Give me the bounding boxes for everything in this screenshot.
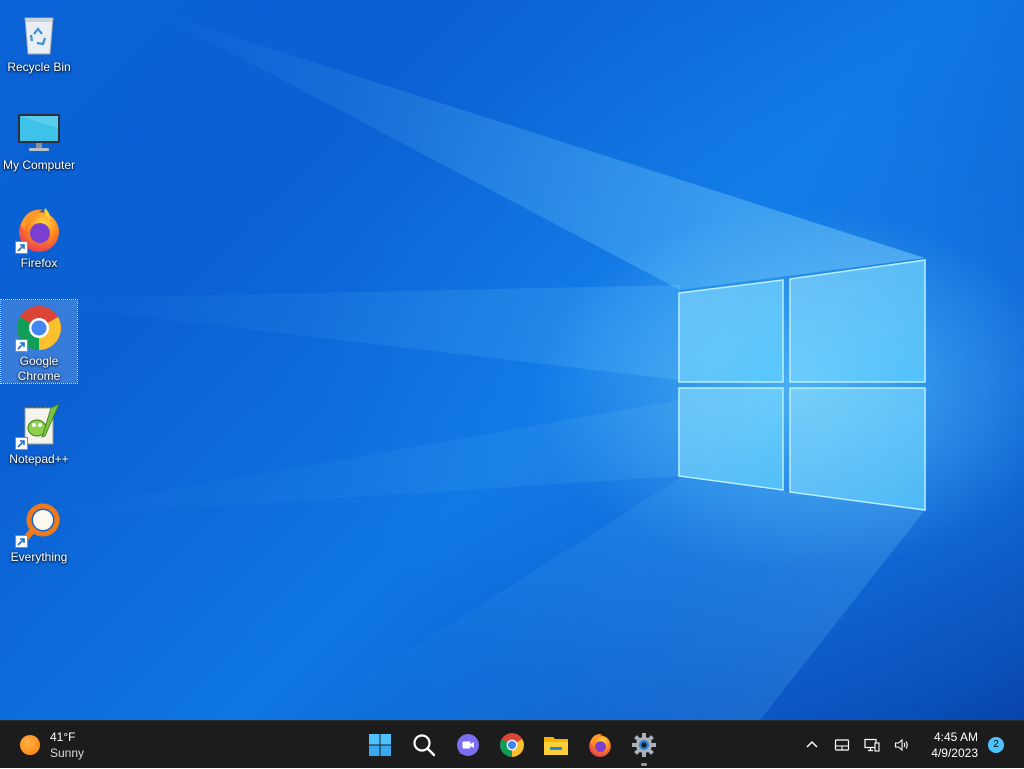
taskbar: 41°F Sunny 4:45 AM 4/9/2023 2 (0, 720, 1024, 768)
network-icon (864, 738, 880, 752)
taskbar-apps (358, 721, 666, 769)
desktop-icon-firefox[interactable]: Firefox (1, 202, 77, 273)
chat-icon (457, 734, 479, 756)
shortcut-arrow-icon (15, 535, 28, 548)
folder-icon (544, 737, 568, 755)
clock-date: 4/9/2023 (931, 746, 978, 760)
weather-condition: Sunny (50, 746, 85, 760)
search-icon (413, 734, 436, 757)
running-indicator (641, 763, 647, 766)
sun-icon (20, 735, 40, 755)
clock-time: 4:45 AM (933, 730, 978, 744)
chrome-icon (500, 733, 524, 757)
desktop-icon-label: Firefox (20, 256, 58, 270)
firefox-icon (15, 206, 63, 254)
desktop[interactable]: Recycle Bin My Computer Firefox Google C… (0, 0, 1024, 720)
taskbar-firefox-button[interactable] (578, 723, 622, 767)
tray-volume-button[interactable] (887, 725, 917, 765)
recycle-bin-icon (15, 10, 63, 58)
gear-icon (632, 733, 656, 757)
desktop-icon-label: Recycle Bin (7, 60, 71, 74)
monitor-icon (15, 108, 63, 156)
speaker-icon (895, 738, 909, 752)
desktop-icon-label: Google Chrome (17, 354, 61, 383)
desktop-icon-my-computer[interactable]: My Computer (1, 104, 77, 175)
show-hidden-icons-button[interactable] (797, 725, 827, 765)
shortcut-arrow-icon (15, 241, 28, 254)
windows-start-icon (369, 734, 391, 756)
taskbar-file-explorer-button[interactable] (534, 723, 578, 767)
taskbar-search-button[interactable] (402, 723, 446, 767)
system-tray: 4:45 AM 4/9/2023 2 (797, 721, 1024, 769)
start-button[interactable] (358, 723, 402, 767)
desktop-icon-label: My Computer (2, 158, 76, 172)
shortcut-arrow-icon (15, 437, 28, 450)
chevron-up-icon (806, 740, 818, 748)
tray-tablet-button[interactable] (827, 725, 857, 765)
desktop-icon-label: Notepad++ (9, 452, 69, 466)
firefox-icon (589, 733, 611, 757)
weather-temperature: 41°F (50, 730, 76, 744)
taskbar-chat-button[interactable] (446, 723, 490, 767)
desktop-icon-label: Everything (10, 550, 68, 564)
desktop-icon-notepadpp[interactable]: Notepad++ (1, 398, 77, 469)
tray-network-button[interactable] (857, 725, 887, 765)
taskbar-clock[interactable]: 4:45 AM 4/9/2023 (917, 729, 988, 761)
desktop-icon-everything[interactable]: Everything (1, 496, 77, 567)
shortcut-arrow-icon (15, 339, 28, 352)
taskbar-settings-button[interactable] (622, 723, 666, 767)
notification-badge[interactable]: 2 (988, 737, 1004, 753)
wallpaper-windows-logo (678, 259, 926, 511)
taskbar-chrome-button[interactable] (490, 723, 534, 767)
weather-widget[interactable]: 41°F Sunny (20, 728, 84, 762)
desktop-icon-google-chrome[interactable]: Google Chrome (0, 299, 78, 384)
everything-search-icon (15, 500, 63, 548)
chrome-icon (15, 304, 63, 352)
tablet-icon (835, 739, 850, 751)
desktop-icon-recycle-bin[interactable]: Recycle Bin (1, 6, 77, 77)
notepadpp-icon (15, 402, 63, 450)
